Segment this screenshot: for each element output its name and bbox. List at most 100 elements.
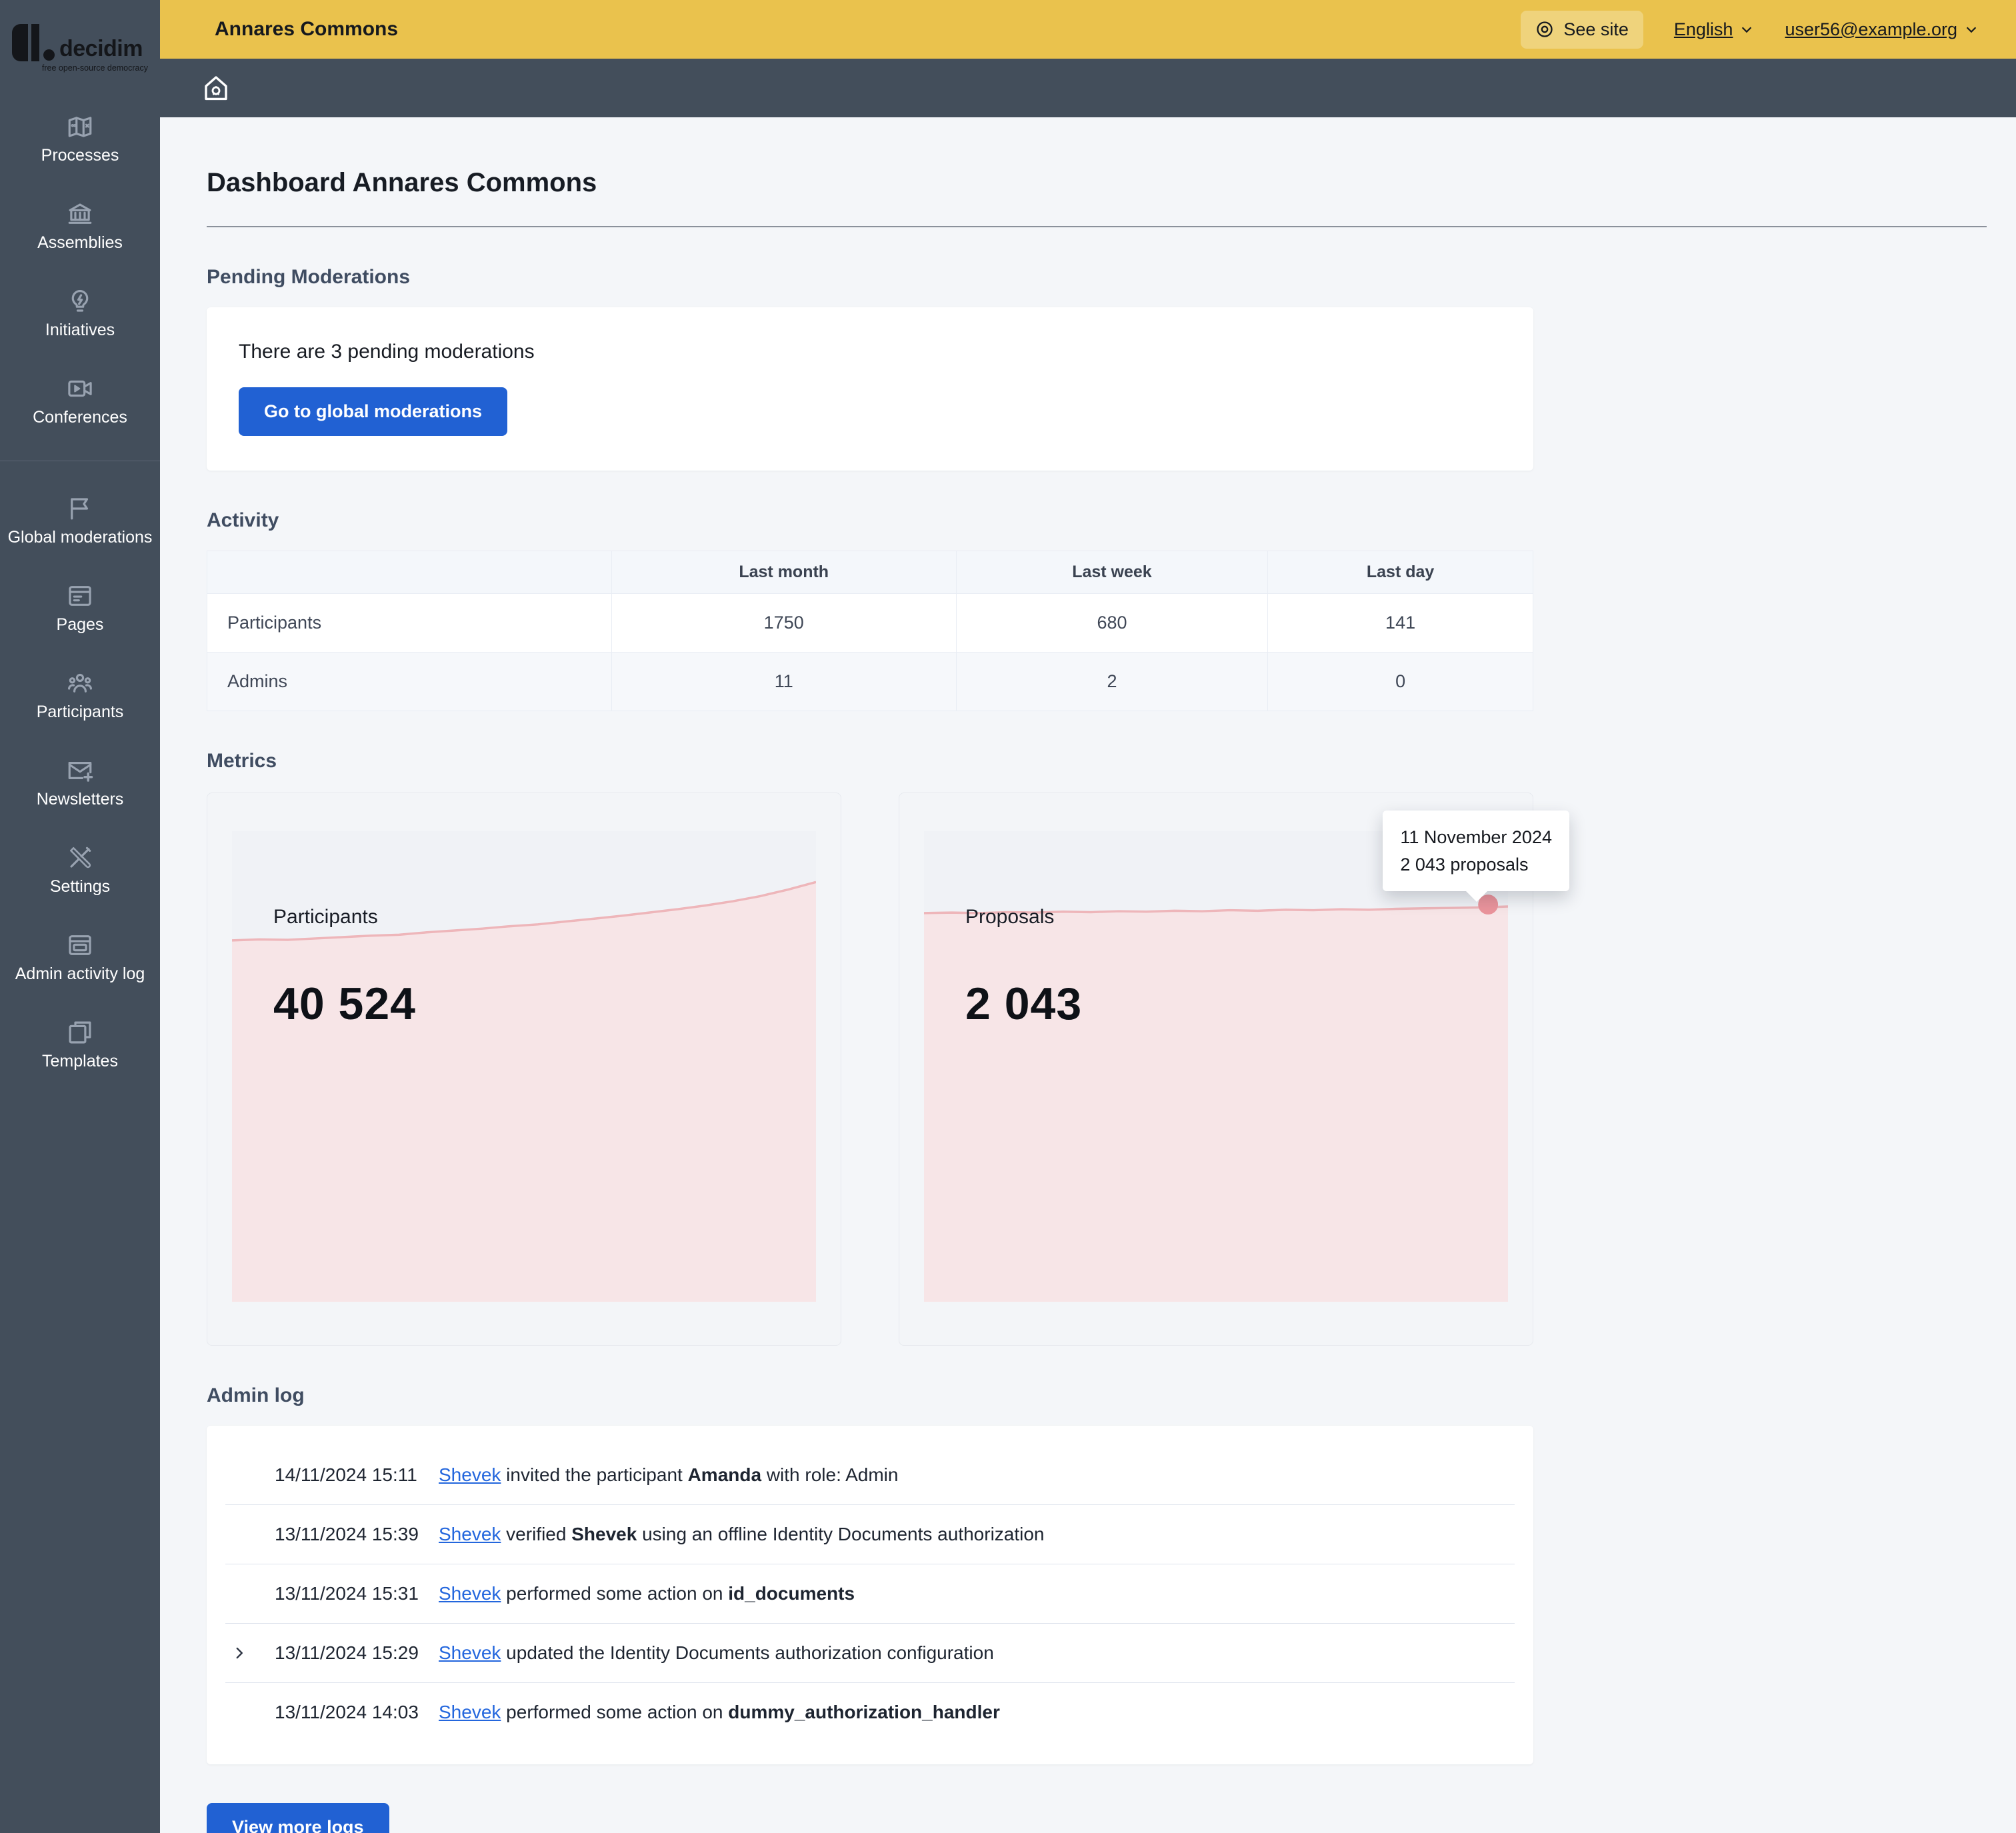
activity-row-label: Admins (207, 653, 612, 711)
log-highlight: dummy_authorization_handler (728, 1702, 1000, 1722)
activity-table: Last monthLast weekLast dayParticipants1… (207, 551, 1533, 711)
log-text: verified (501, 1524, 571, 1544)
chart-label: Proposals (965, 906, 1054, 928)
activity-cell: 680 (956, 594, 1267, 653)
lightbulb-icon (66, 287, 94, 315)
copy-icon (66, 1018, 94, 1046)
user-email-label: user56@example.org (1785, 19, 1957, 40)
sidebar-item-label: Global moderations (5, 529, 155, 547)
chart-area: Proposals 2 043 (924, 831, 1508, 1302)
chevron-down-icon (1964, 22, 1979, 37)
title-divider (207, 226, 1987, 227)
log-text: with role: Admin (761, 1464, 898, 1485)
log-highlight: id_documents (728, 1583, 855, 1604)
sidebar-item-processes[interactable]: Processes (0, 95, 160, 183)
log-text: invited the participant (501, 1464, 687, 1485)
top-bar: Annares Commons See site English user56@… (160, 0, 2016, 59)
metrics-row: Participants 40 524 Proposals 2 043 11 N… (207, 793, 1987, 1346)
activity-cell: 141 (1268, 594, 1533, 653)
sidebar-item-label: Pages (54, 616, 107, 635)
see-site-label: See site (1563, 19, 1629, 40)
bank-icon (66, 200, 94, 228)
sidebar-item-initiatives[interactable]: Initiatives (0, 270, 160, 357)
mail-add-icon (66, 757, 94, 785)
log-description: Shevek updated the Identity Documents au… (439, 1642, 1507, 1664)
sidebar-item-label: Processes (39, 147, 122, 165)
topbar-controls: See site English user56@example.org (1521, 11, 2016, 49)
sidebar-item-label: Templates (39, 1052, 121, 1071)
language-selector[interactable]: English (1674, 19, 1755, 40)
activity-cell: 2 (956, 653, 1267, 711)
admin-log-heading: Admin log (207, 1384, 1987, 1407)
chart-total: 2 043 (965, 978, 1082, 1030)
decidim-logo-mark: decidim (12, 20, 149, 61)
log-user-link[interactable]: Shevek (439, 1524, 501, 1544)
see-site-button[interactable]: See site (1521, 11, 1643, 49)
activity-row: Participants1750680141 (207, 594, 1533, 653)
log-user-link[interactable]: Shevek (439, 1464, 501, 1485)
log-user-link[interactable]: Shevek (439, 1583, 501, 1604)
user-menu[interactable]: user56@example.org (1785, 19, 1979, 40)
main-area: Dashboard Annares Commons Pending Modera… (160, 117, 2016, 1833)
decidim-logo[interactable]: decidim free open-source democracy (0, 0, 160, 86)
metric-card-proposals[interactable]: Proposals 2 043 11 November 2024 2 043 p… (899, 793, 1533, 1346)
sidebar-item-label: Conferences (30, 409, 130, 427)
sidebar-item-pages[interactable]: Pages (0, 565, 160, 652)
breadcrumb-bar (160, 59, 2016, 117)
logo-wordmark: decidim (59, 37, 143, 60)
sidebar-item-global-moderations[interactable]: Global moderations (0, 477, 160, 565)
organization-title: Annares Commons (160, 18, 398, 41)
log-user-link[interactable]: Shevek (439, 1702, 501, 1722)
sidebar-item-newsletters[interactable]: Newsletters (0, 739, 160, 827)
log-description: Shevek invited the participant Amanda wi… (439, 1464, 1507, 1486)
logo-bar-icon (31, 24, 39, 61)
map-icon (66, 113, 94, 141)
log-text: using an offline Identity Documents auth… (637, 1524, 1044, 1544)
log-timestamp: 13/11/2024 15:29 (275, 1642, 424, 1664)
chart-total: 40 524 (273, 978, 416, 1030)
live-eye-icon (1535, 20, 1554, 39)
sidebar-item-conferences[interactable]: Conferences (0, 357, 160, 445)
log-text: performed some action on (501, 1702, 728, 1722)
admin-log-card: 14/11/2024 15:11Shevek invited the parti… (207, 1426, 1533, 1764)
activity-heading: Activity (207, 509, 1987, 532)
log-highlight: Amanda (688, 1464, 761, 1485)
sidebar-item-participants[interactable]: Participants (0, 652, 160, 739)
log-user-link[interactable]: Shevek (439, 1642, 501, 1663)
log-description: Shevek verified Shevek using an offline … (439, 1524, 1507, 1545)
log-row: 13/11/2024 15:39Shevek verified Shevek u… (207, 1505, 1533, 1564)
metric-card-participants[interactable]: Participants 40 524 (207, 793, 841, 1346)
view-more-logs-button[interactable]: View more logs (207, 1803, 389, 1833)
expand-chevron-icon[interactable] (231, 1644, 275, 1662)
home-gear-icon (200, 72, 232, 104)
metrics-heading: Metrics (207, 750, 1987, 773)
pending-moderations-message: There are 3 pending moderations (239, 341, 1501, 363)
activity-col-header: Last month (611, 551, 956, 594)
go-to-global-moderations-button[interactable]: Go to global moderations (239, 387, 507, 436)
home-button[interactable] (200, 72, 232, 104)
chart-area: Participants 40 524 (232, 831, 816, 1302)
log-text: performed some action on (501, 1583, 728, 1604)
sidebar-item-admin-activity-log[interactable]: Admin activity log (0, 914, 160, 1001)
sidebar-item-label: Newsletters (34, 791, 127, 809)
activity-row-label: Participants (207, 594, 612, 653)
activity-cell: 0 (1268, 653, 1533, 711)
sidebar-item-settings[interactable]: Settings (0, 827, 160, 914)
log-highlight: Shevek (571, 1524, 637, 1544)
sidebar-item-label: Admin activity log (13, 965, 148, 984)
admin-sidebar: decidim free open-source democracy Proce… (0, 0, 160, 1833)
log-row: 13/11/2024 15:29 Shevek updated the Ident… (207, 1624, 1533, 1682)
logo-tagline: free open-source democracy (12, 63, 149, 73)
activity-col-header: Last week (956, 551, 1267, 594)
data-point-marker (1478, 895, 1498, 915)
flag-icon (66, 495, 94, 523)
sidebar-item-templates[interactable]: Templates (0, 1001, 160, 1088)
pending-moderations-card: There are 3 pending moderations Go to gl… (207, 307, 1533, 471)
window-icon (66, 582, 94, 610)
chart-label: Participants (273, 906, 378, 928)
sidebar-item-assemblies[interactable]: Assemblies (0, 183, 160, 270)
activity-col-header (207, 551, 612, 594)
sidebar-item-label: Settings (47, 878, 113, 897)
page-title: Dashboard Annares Commons (207, 168, 1987, 198)
logo-bar-icon (12, 24, 28, 61)
